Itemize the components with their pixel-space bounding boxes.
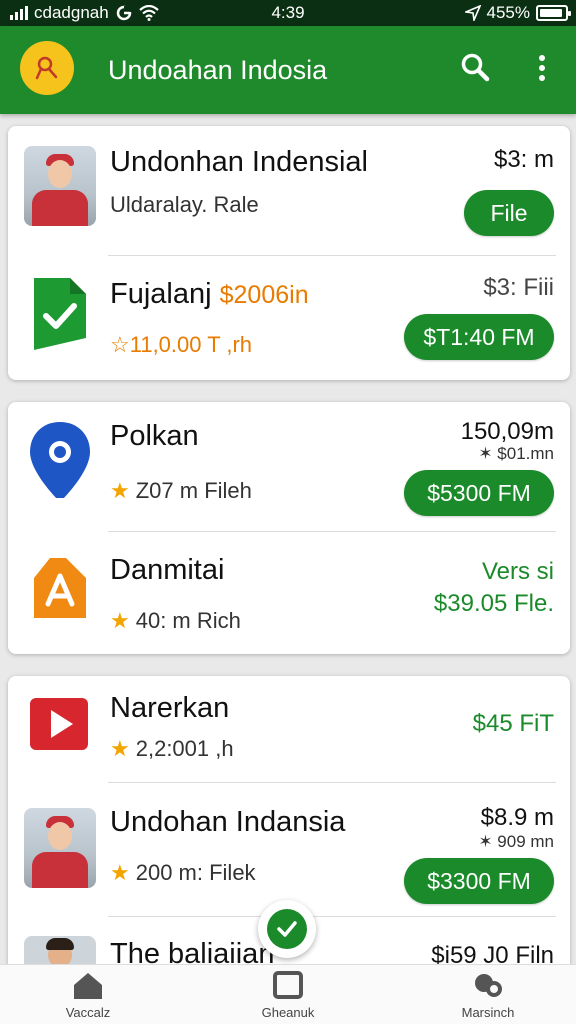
status-bar: cdadgnah 4:39 455% xyxy=(0,0,576,26)
item-price: Vers si xyxy=(481,558,554,585)
price-button[interactable]: $T1:40 FM xyxy=(404,314,554,360)
nav-label: Vaccalz xyxy=(65,1005,111,1020)
app-title: Undoahan Indosia xyxy=(108,55,328,85)
item-price: $8.9 m xyxy=(480,804,554,831)
list-item[interactable]: Undohan Indansia ★ 200 m: Filek $8.9 m ✶ … xyxy=(8,784,570,916)
item-name-line: Fujalanj $2006in xyxy=(110,278,309,311)
chat-icon xyxy=(475,974,502,997)
item-name: Narerkan xyxy=(110,692,230,724)
person-avatar xyxy=(24,808,96,888)
more-dot xyxy=(539,55,545,61)
person-avatar xyxy=(24,146,96,226)
listing-card: Polkan ★ Z07 m Fileh 150,09m ✶ $01.mn $53… xyxy=(8,402,570,654)
item-subtitle: Uldaralay. Rale xyxy=(110,192,259,217)
divider xyxy=(108,916,556,917)
search-button[interactable] xyxy=(458,50,494,86)
play-icon xyxy=(24,694,96,754)
more-dot xyxy=(539,65,545,71)
nav-item-square[interactable]: Gheanuk xyxy=(228,971,348,1020)
battery-icon xyxy=(536,5,571,21)
more-options-button[interactable] xyxy=(528,50,556,86)
item-name: Danmitai xyxy=(110,554,225,586)
app-bar: Undoahan Indosia xyxy=(0,26,576,114)
nav-label: Gheanuk xyxy=(261,1005,315,1020)
check-icon xyxy=(277,921,297,937)
map-pin-icon xyxy=(24,418,96,498)
star-icon: ★ xyxy=(110,736,130,761)
item-name-extra: $2006in xyxy=(219,281,309,309)
item-price-small: ✶ $01.mn xyxy=(478,444,554,463)
item-price: $3: m xyxy=(493,146,554,173)
confirm-fab[interactable] xyxy=(258,900,316,958)
app-logo[interactable] xyxy=(20,41,74,95)
price-button[interactable]: $5300 FM xyxy=(404,470,554,516)
item-subtitle-line: ★ 200 m: Filek xyxy=(110,860,256,886)
item-price: $45 FiT xyxy=(472,710,554,737)
file-button[interactable]: File xyxy=(464,190,554,236)
item-price: $3: Fiii xyxy=(483,274,554,301)
item-subtitle-line: ★ 40: m Rich xyxy=(110,608,241,634)
item-subtitle-line: ★ Z07 m Fileh xyxy=(110,478,252,504)
item-price-line2: $39.05 Fle. xyxy=(433,590,554,617)
nav-label: Marsinch xyxy=(461,1005,515,1020)
divider xyxy=(108,782,556,783)
item-subtitle: 11,0.00 T ,rh xyxy=(129,332,253,357)
warning-house-icon xyxy=(24,550,96,630)
item-name: Undohan Indansia xyxy=(110,806,346,838)
square-icon xyxy=(273,971,303,999)
document-check-icon xyxy=(24,274,96,354)
battery-percent: 455% xyxy=(486,3,530,22)
search-icon xyxy=(461,53,490,82)
more-dot xyxy=(539,75,545,81)
list-item[interactable]: Danmitai ★ 40: m Rich Vers si $39.05 Fle. xyxy=(8,532,570,654)
star-icon: ★ xyxy=(110,478,130,503)
item-name: Undonhan Indensial xyxy=(110,146,368,178)
star-icon: ★ xyxy=(110,860,130,885)
item-subtitle-line: ★ 2,2:001 ,h xyxy=(110,736,234,762)
price-button[interactable]: $3300 FM xyxy=(404,858,554,904)
list-item[interactable]: Undonhan Indensial Uldaralay. Rale $3: m… xyxy=(8,126,570,254)
bottom-nav: Vaccalz Gheanuk Marsinch xyxy=(0,964,576,1024)
location-arrow-icon xyxy=(464,5,481,21)
item-subtitle: 200 m: Filek xyxy=(135,860,256,885)
home-icon xyxy=(74,973,102,999)
item-price: 150,09m xyxy=(460,418,554,445)
list-item[interactable]: Fujalanj $2006in ☆11,0.00 T ,rh $3: Fiii… xyxy=(8,256,570,380)
item-name: Polkan xyxy=(110,420,199,452)
listing-card: Undonhan Indensial Uldaralay. Rale $3: m… xyxy=(8,126,570,380)
item-subtitle-line: ☆11,0.00 T ,rh xyxy=(110,332,252,358)
list-item[interactable]: Narerkan ★ 2,2:001 ,h $45 FiT xyxy=(8,676,570,782)
item-price-small: ✶ 909 mn xyxy=(478,832,554,851)
star-icon: ★ xyxy=(110,608,130,633)
item-subtitle: 40: m Rich xyxy=(135,608,241,633)
item-subtitle: Z07 m Fileh xyxy=(135,478,252,503)
nav-item-chat[interactable]: Marsinch xyxy=(428,971,548,1020)
nav-item-home[interactable]: Vaccalz xyxy=(28,971,148,1020)
star-icon: ☆ xyxy=(110,332,130,357)
logo-icon xyxy=(35,56,58,80)
item-subtitle: 2,2:001 ,h xyxy=(135,736,234,761)
list-item[interactable]: Polkan ★ Z07 m Fileh 150,09m ✶ $01.mn $53… xyxy=(8,402,570,530)
item-name: Fujalanj xyxy=(110,278,212,310)
